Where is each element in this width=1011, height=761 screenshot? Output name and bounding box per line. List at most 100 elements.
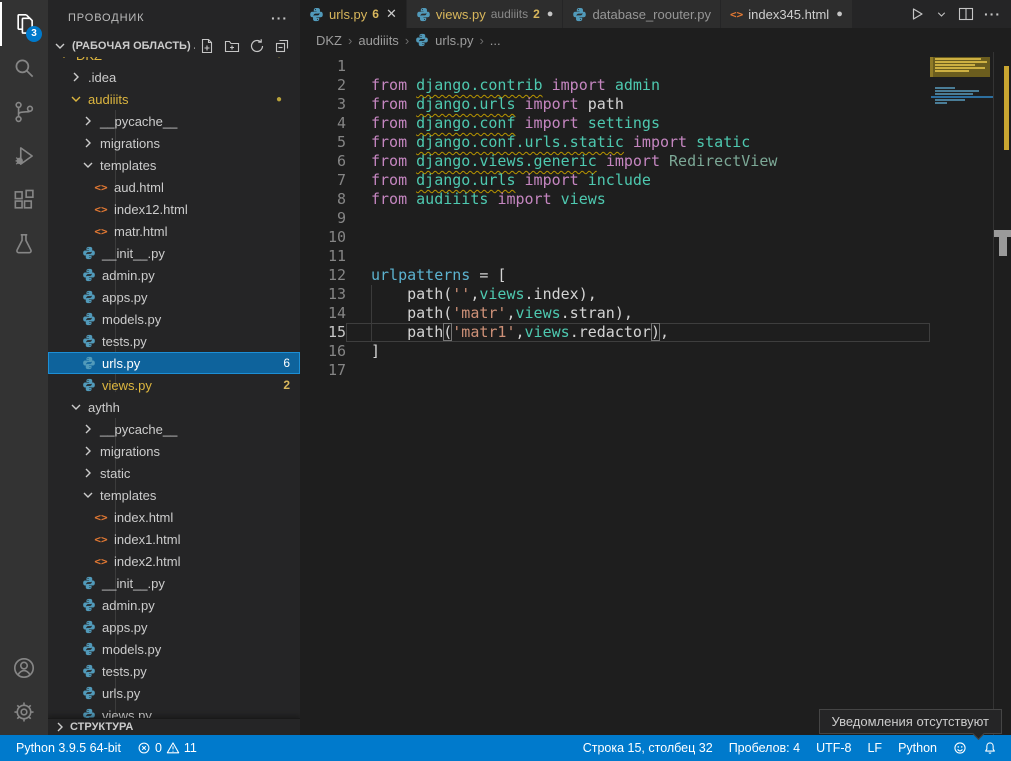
notifications-bell-icon[interactable] [975,741,1005,755]
more-actions-icon[interactable]: ··· [271,10,288,26]
code-line-12[interactable]: urlpatterns = [ [346,266,930,285]
code-line-1[interactable] [346,57,930,76]
tree-file-urls.py[interactable]: urls.py6 [48,352,300,374]
breadcrumb-item[interactable]: urls.py [435,33,473,48]
close-icon[interactable]: ✕ [386,6,397,22]
tab-views-py[interactable]: views.py audiiits 2 ● [407,0,564,28]
code-pane[interactable]: from django.contrib import adminfrom dja… [346,57,930,380]
tab-urls-py[interactable]: urls.py 6 ✕ [300,0,407,28]
python-interpreter-status[interactable]: Python 3.9.5 64-bit [8,741,129,755]
tree-folder-__pycache__[interactable]: __pycache__ [48,418,300,440]
tree-file-index.html[interactable]: <>index.html [48,506,300,528]
tree-item-label: migrations [100,136,160,151]
code-line-6[interactable]: from django.views.generic import Redirec… [346,152,930,171]
tree-file-matr.html[interactable]: <>matr.html [48,220,300,242]
settings-gear-icon[interactable] [0,690,48,734]
tree-folder-static[interactable]: static [48,462,300,484]
tree-folder-templates[interactable]: templates [48,484,300,506]
code-line-3[interactable]: from django.urls import path [346,95,930,114]
code-line-15[interactable]: path('matr1',views.redactor), [346,323,930,342]
tree-file-models.py[interactable]: models.py [48,638,300,660]
tree-file-aud.html[interactable]: <>aud.html [48,176,300,198]
tree-file-index1.html[interactable]: <>index1.html [48,528,300,550]
language-mode-status[interactable]: Python [890,741,945,755]
feedback-smiley-icon[interactable] [945,741,975,755]
tree-file-index12.html[interactable]: <>index12.html [48,198,300,220]
tree-file-models.py[interactable]: models.py [48,308,300,330]
modified-dot-icon[interactable]: ● [836,8,843,20]
tree-file-apps.py[interactable]: apps.py [48,286,300,308]
problems-status[interactable]: 0 11 [129,741,205,755]
breadcrumb-item[interactable]: audiiits [358,33,398,48]
more-actions-icon[interactable]: ··· [984,6,1001,22]
new-folder-icon[interactable] [224,38,240,54]
python-file-icon [80,267,98,283]
refresh-icon[interactable] [249,38,265,54]
source-control-icon[interactable] [0,90,48,134]
editor-scrollbar[interactable] [994,230,1011,237]
tree-file-views.py[interactable]: views.py 2 [48,374,300,396]
tree-file-admin.py[interactable]: admin.py [48,594,300,616]
code-line-10[interactable] [346,228,930,247]
testing-icon[interactable] [0,222,48,266]
tree-file-urls.py[interactable]: urls.py [48,682,300,704]
tree-item-label: tests.py [102,334,147,349]
new-file-icon[interactable] [199,38,215,54]
tab-database-roouter-py[interactable]: database_roouter.py [563,0,721,28]
eol-status[interactable]: LF [859,741,890,755]
tree-item-label: models.py [102,642,161,657]
search-icon[interactable] [0,46,48,90]
tree-folder-aythh[interactable]: aythh [48,396,300,418]
code-line-17[interactable] [346,361,930,380]
breadcrumb-item[interactable]: ... [490,33,501,48]
accounts-icon[interactable] [0,646,48,690]
tree-folder-migrations[interactable]: migrations [48,132,300,154]
chevron-down-icon[interactable] [935,6,948,22]
code-line-8[interactable]: from audiiits import views [346,190,930,209]
minimap[interactable] [930,52,993,735]
tree-item-label: models.py [102,312,161,327]
code-line-9[interactable] [346,209,930,228]
code-line-4[interactable]: from django.conf import settings [346,114,930,133]
tab-bar: urls.py 6 ✕ views.py audiiits 2 ● databa… [300,0,1011,28]
code-line-11[interactable] [346,247,930,266]
tree-file-tests.py[interactable]: tests.py [48,660,300,682]
tree-folder-__pycache__[interactable]: __pycache__ [48,110,300,132]
tree-item-label: admin.py [102,598,155,613]
editor-scrollbar[interactable] [999,237,1007,256]
tree-file-__init__.py[interactable]: __init__.py [48,242,300,264]
indentation-status[interactable]: Пробелов: 4 [721,741,808,755]
modified-dot-icon[interactable]: ● [547,8,554,20]
problem-count-badge: 2 [283,378,290,392]
tree-folder-templates[interactable]: templates [48,154,300,176]
tree-file-apps.py[interactable]: apps.py [48,616,300,638]
tree-file-tests.py[interactable]: tests.py [48,330,300,352]
tree-item-label: apps.py [102,620,148,635]
cursor-position-status[interactable]: Строка 15, столбец 32 [575,741,721,755]
split-editor-icon[interactable] [958,6,974,22]
tree-folder-audiiits[interactable]: audiiits● [48,88,300,110]
run-and-debug-icon[interactable] [0,134,48,178]
encoding-status[interactable]: UTF-8 [808,741,859,755]
tree-file-__init__.py[interactable]: __init__.py [48,572,300,594]
tree-file-admin.py[interactable]: admin.py [48,264,300,286]
tree-file-index2.html[interactable]: <>index2.html [48,550,300,572]
tree-item-label: views.py [102,378,152,393]
code-line-5[interactable]: from django.conf.urls.static import stat… [346,133,930,152]
code-line-16[interactable]: ] [346,342,930,361]
extensions-icon[interactable] [0,178,48,222]
code-line-2[interactable]: from django.contrib import admin [346,76,930,95]
tree-folder-.idea[interactable]: .idea [48,66,300,88]
structure-section-header[interactable]: СТРУКТУРА [48,718,300,735]
breadcrumb-item[interactable]: DKZ [316,33,342,48]
code-line-7[interactable]: from django.urls import include [346,171,930,190]
collapse-all-icon[interactable] [274,38,290,54]
explorer-icon[interactable]: 3 [0,2,48,46]
workspace-section-header[interactable]: (РАБОЧАЯ ОБЛАСТЬ) ... [48,35,300,57]
tree-folder-migrations[interactable]: migrations [48,440,300,462]
run-icon[interactable] [909,6,925,22]
code-line-14[interactable]: path('matr',views.stran), [346,304,930,323]
tab-index345-html[interactable]: <> index345.html ● [721,0,853,28]
code-line-13[interactable]: path('',views.index), [346,285,930,304]
code-editor[interactable]: 1234567891011121314151617 from django.co… [300,52,1011,735]
